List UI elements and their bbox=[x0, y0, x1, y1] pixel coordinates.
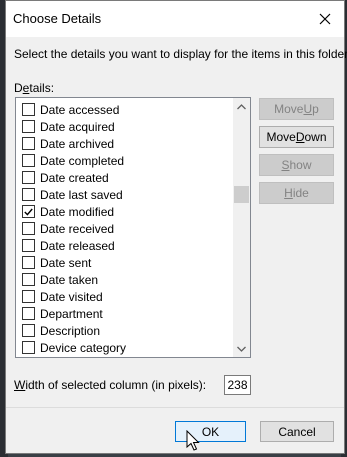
checkbox[interactable] bbox=[22, 273, 35, 286]
checkmark-icon bbox=[24, 208, 33, 216]
list-item[interactable]: Date accessed bbox=[16, 101, 236, 118]
list-item-label: Date acquired bbox=[40, 119, 115, 134]
list-item-label: Department bbox=[40, 306, 103, 321]
chevron-up-icon bbox=[237, 103, 246, 109]
checkbox[interactable] bbox=[22, 307, 35, 320]
list-item[interactable]: Date taken bbox=[16, 271, 236, 288]
list-item-label: Date archived bbox=[40, 136, 115, 151]
list-item-label: Description bbox=[40, 323, 101, 338]
details-list: Date accessed Date acquired Date archived D… bbox=[16, 101, 236, 356]
instruction-text: Select the details you want to display f… bbox=[14, 47, 347, 61]
checkbox[interactable] bbox=[22, 290, 35, 303]
chevron-down-icon bbox=[237, 346, 246, 352]
close-button[interactable] bbox=[310, 5, 340, 33]
list-item-label: Device category bbox=[40, 340, 127, 355]
move-up-button[interactable]: Move Up bbox=[259, 98, 334, 120]
list-item-label: Date completed bbox=[40, 153, 125, 168]
checkbox[interactable] bbox=[22, 239, 35, 252]
vertical-scrollbar[interactable] bbox=[233, 98, 250, 357]
list-item[interactable]: Date created bbox=[16, 169, 236, 186]
checkbox[interactable] bbox=[22, 222, 35, 235]
list-item-label: Date visited bbox=[40, 289, 103, 304]
column-width-input[interactable]: 238 bbox=[224, 375, 251, 395]
list-item[interactable]: Date released bbox=[16, 237, 236, 254]
list-item[interactable]: Date received bbox=[16, 220, 236, 237]
checkbox[interactable] bbox=[22, 154, 35, 167]
column-width-label: Width of selected column (in pixels): bbox=[14, 378, 207, 392]
title-bar: Choose Details bbox=[6, 1, 344, 37]
checkbox[interactable] bbox=[22, 341, 35, 354]
details-label: Details: bbox=[14, 81, 55, 95]
dialog-title: Choose Details bbox=[13, 11, 102, 26]
checkbox[interactable] bbox=[22, 171, 35, 184]
list-item[interactable]: Date modified bbox=[16, 203, 236, 220]
close-icon bbox=[319, 13, 331, 25]
list-item[interactable]: Date archived bbox=[16, 135, 236, 152]
details-listbox[interactable]: Date accessed Date acquired Date archived D… bbox=[15, 97, 251, 358]
footer-divider bbox=[6, 407, 344, 408]
list-item[interactable]: Date acquired bbox=[16, 118, 236, 135]
list-item-label: Date taken bbox=[40, 272, 99, 287]
checkbox-checked[interactable] bbox=[22, 205, 35, 218]
list-item[interactable]: Date sent bbox=[16, 254, 236, 271]
list-item[interactable]: Date last saved bbox=[16, 186, 236, 203]
checkbox[interactable] bbox=[22, 120, 35, 133]
list-item-label: Date released bbox=[40, 238, 115, 253]
list-item-label: Date modified bbox=[40, 204, 115, 219]
list-item-label: Date last saved bbox=[40, 187, 123, 202]
scroll-up-button[interactable] bbox=[233, 98, 250, 115]
list-item-label: Date sent bbox=[40, 255, 92, 270]
list-item[interactable]: Date visited bbox=[16, 288, 236, 305]
scroll-down-button[interactable] bbox=[233, 340, 250, 357]
checkbox[interactable] bbox=[22, 188, 35, 201]
list-item-label: Date accessed bbox=[40, 102, 120, 117]
list-item-label: Date received bbox=[40, 221, 115, 236]
checkbox[interactable] bbox=[22, 324, 35, 337]
move-down-button[interactable]: Move Down bbox=[259, 126, 334, 148]
checkbox[interactable] bbox=[22, 137, 35, 150]
list-item[interactable]: Department bbox=[16, 305, 236, 322]
show-button[interactable]: Show bbox=[259, 154, 334, 176]
mouse-cursor-icon bbox=[186, 430, 200, 451]
scrollbar-thumb[interactable] bbox=[234, 185, 249, 203]
cancel-button[interactable]: Cancel bbox=[260, 421, 334, 442]
list-item[interactable]: Date completed bbox=[16, 152, 236, 169]
list-item[interactable]: Description bbox=[16, 322, 236, 339]
choose-details-dialog: Choose Details Select the details you wa… bbox=[5, 0, 347, 454]
list-item-label: Date created bbox=[40, 170, 109, 185]
hide-button[interactable]: Hide bbox=[259, 182, 334, 204]
checkbox[interactable] bbox=[22, 256, 35, 269]
list-item[interactable]: Device category bbox=[16, 339, 236, 356]
checkbox[interactable] bbox=[22, 103, 35, 116]
